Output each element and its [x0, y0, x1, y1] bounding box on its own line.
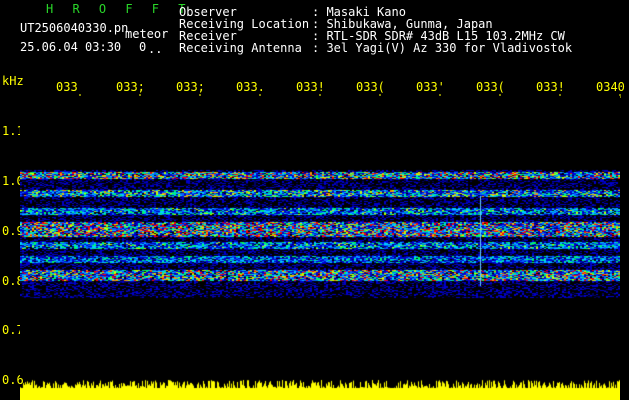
count-suffix: ..: [148, 42, 163, 56]
filename-label: UT2506040330.pn: [20, 21, 129, 35]
x-tick: 033!: [536, 80, 565, 94]
x-tick: 033(: [476, 80, 505, 94]
signal-level-band: [20, 372, 620, 400]
count-value: 0: [139, 40, 147, 54]
x-tick: 033;: [176, 80, 205, 94]
y-axis-unit: kHz: [2, 74, 24, 88]
mode-label: meteor: [125, 27, 169, 41]
spectrogram: [20, 96, 620, 378]
x-tick: 033(: [356, 80, 385, 94]
hrofft-window: H R O F F T UT2506040330.pn meteor 25.06…: [0, 0, 629, 400]
x-tick: 033': [416, 80, 445, 94]
app-title: H R O F F T: [46, 2, 192, 16]
antenna-label: Receiving Antenna: [179, 41, 302, 55]
x-tick: 033;: [116, 80, 145, 94]
x-tick: 033.: [236, 80, 265, 94]
datetime-label: 25.06.04 03:30: [20, 40, 122, 54]
x-tick: 0340: [596, 80, 625, 94]
x-tick: 033!: [296, 80, 325, 94]
antenna-value: : 3el Yagi(V) Az 330 for Vladivostok: [312, 41, 573, 55]
x-tick: 033: [56, 80, 78, 94]
